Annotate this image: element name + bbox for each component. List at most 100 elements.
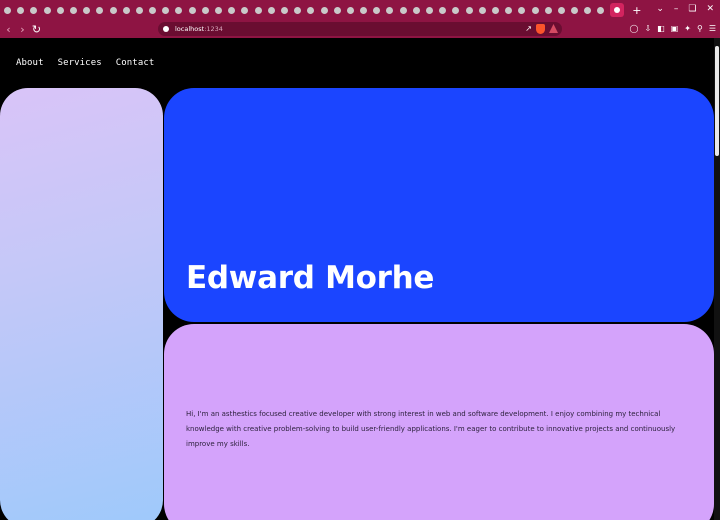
browser-tab[interactable] — [239, 5, 250, 16]
favicon-icon — [360, 6, 368, 14]
browser-tab[interactable] — [464, 5, 475, 16]
browser-tab-strip: + ⌄ – ❑ ✕ — [0, 0, 720, 20]
forward-arrow-icon[interactable]: › — [17, 23, 28, 36]
favicon-icon — [346, 6, 354, 14]
share-icon[interactable]: ↗ — [525, 24, 532, 33]
brave-shield-icon[interactable] — [536, 24, 545, 34]
favicon-icon — [426, 6, 433, 14]
tab-list-chevron-icon[interactable]: ⌄ — [656, 3, 664, 16]
rewards-icon[interactable] — [549, 24, 558, 33]
favicon-icon — [175, 6, 183, 14]
browser-tab[interactable] — [42, 5, 53, 16]
browser-tab[interactable] — [384, 5, 395, 16]
browser-tab[interactable] — [556, 5, 567, 16]
favicon-icon — [43, 6, 51, 14]
url-host: localhost — [175, 25, 205, 33]
reload-icon[interactable]: ↻ — [31, 23, 42, 36]
browser-tab[interactable] — [437, 5, 448, 16]
browser-tab[interactable] — [55, 5, 66, 16]
shield-icon[interactable]: ◯ — [629, 23, 638, 35]
browser-tab[interactable] — [516, 5, 527, 16]
favicon-icon — [188, 6, 196, 14]
browser-tab[interactable] — [477, 5, 488, 16]
browser-tab[interactable] — [28, 5, 39, 16]
maximize-icon[interactable]: ❑ — [688, 3, 696, 16]
browser-toolbar: ‹ › ↻ ☐ localhost :1234 ↗ ◯ ⇩ ◧ ▣ ✦ ⚲ ☰ — [0, 20, 720, 38]
browser-tab[interactable] — [530, 5, 541, 16]
browser-tab[interactable] — [200, 5, 211, 16]
browser-tab[interactable] — [411, 5, 422, 16]
favicon-icon — [254, 6, 262, 14]
favicon-icon — [241, 6, 249, 14]
toolbar-actions: ◯ ⇩ ◧ ▣ ✦ ⚲ ☰ — [629, 23, 716, 35]
browser-tab[interactable] — [121, 5, 132, 16]
browser-tab[interactable] — [81, 5, 92, 16]
close-window-icon[interactable]: ✕ — [706, 3, 714, 16]
favicon-icon — [96, 6, 104, 14]
favicon-icon — [491, 6, 499, 14]
back-arrow-icon[interactable]: ‹ — [3, 23, 14, 36]
scrollbar[interactable] — [714, 38, 720, 520]
screenshot-icon[interactable]: ▣ — [671, 23, 679, 35]
favicon-icon — [109, 6, 117, 14]
download-icon[interactable]: ⇩ — [644, 23, 651, 35]
browser-tab[interactable] — [68, 5, 79, 16]
browser-tab[interactable] — [450, 5, 461, 16]
close-tab-icon[interactable] — [613, 7, 620, 13]
browser-tab[interactable] — [424, 5, 435, 16]
browser-tab[interactable] — [319, 5, 330, 16]
sidebar-icon[interactable]: ◧ — [657, 23, 665, 35]
vpn-icon[interactable]: ⚲ — [697, 23, 703, 35]
menu-icon[interactable]: ☰ — [709, 23, 716, 35]
favicon-icon — [83, 6, 91, 14]
favicon-icon — [215, 6, 222, 14]
extensions-icon[interactable]: ✦ — [684, 23, 691, 35]
new-tab-button[interactable]: + — [632, 5, 642, 16]
favicon-icon — [280, 6, 288, 14]
scrollbar-thumb[interactable] — [715, 46, 719, 156]
browser-tab[interactable] — [305, 5, 316, 16]
browser-tab[interactable] — [108, 5, 119, 16]
favicon-icon — [465, 6, 473, 14]
browser-tab[interactable] — [94, 5, 105, 16]
browser-tab[interactable] — [266, 5, 277, 16]
browser-tab[interactable] — [253, 5, 264, 16]
favicon-icon — [478, 6, 486, 14]
favicon-icon — [557, 6, 565, 14]
browser-tab[interactable] — [398, 5, 409, 16]
favicon-icon — [452, 6, 460, 14]
browser-tab[interactable] — [332, 5, 343, 16]
browser-tab[interactable] — [160, 5, 171, 16]
browser-tab[interactable] — [358, 5, 369, 16]
active-browser-tab[interactable] — [609, 3, 624, 17]
browser-tab[interactable] — [503, 5, 514, 16]
favicon-icon — [294, 6, 302, 14]
browser-tab[interactable] — [147, 5, 158, 16]
minimize-icon[interactable]: – — [674, 3, 679, 16]
browser-tab[interactable] — [279, 5, 290, 16]
browser-tab[interactable] — [345, 5, 356, 16]
browser-tab[interactable] — [371, 5, 382, 16]
browser-tab[interactable] — [173, 5, 184, 16]
browser-tab[interactable] — [213, 5, 224, 16]
browser-tab[interactable] — [2, 5, 13, 16]
nav-link-about[interactable]: About — [16, 58, 44, 68]
favicon-icon — [571, 6, 579, 14]
browser-tab[interactable] — [543, 5, 554, 16]
browser-tab[interactable] — [187, 5, 198, 16]
browser-tab[interactable] — [15, 5, 26, 16]
browser-tab[interactable] — [490, 5, 501, 16]
browser-tab[interactable] — [569, 5, 580, 16]
site-info-icon[interactable] — [163, 26, 169, 32]
browser-tab[interactable] — [582, 5, 593, 16]
nav-link-contact[interactable]: Contact — [116, 58, 155, 68]
favicon-icon — [149, 6, 157, 14]
browser-tab[interactable] — [226, 5, 237, 16]
browser-tab[interactable] — [292, 5, 303, 16]
favicon-icon — [162, 6, 170, 14]
site-nav: About Services Contact — [16, 58, 154, 68]
browser-tab[interactable] — [595, 5, 606, 16]
address-bar[interactable]: localhost :1234 ↗ — [158, 22, 562, 36]
nav-link-services[interactable]: Services — [58, 58, 102, 68]
browser-tab[interactable] — [134, 5, 145, 16]
